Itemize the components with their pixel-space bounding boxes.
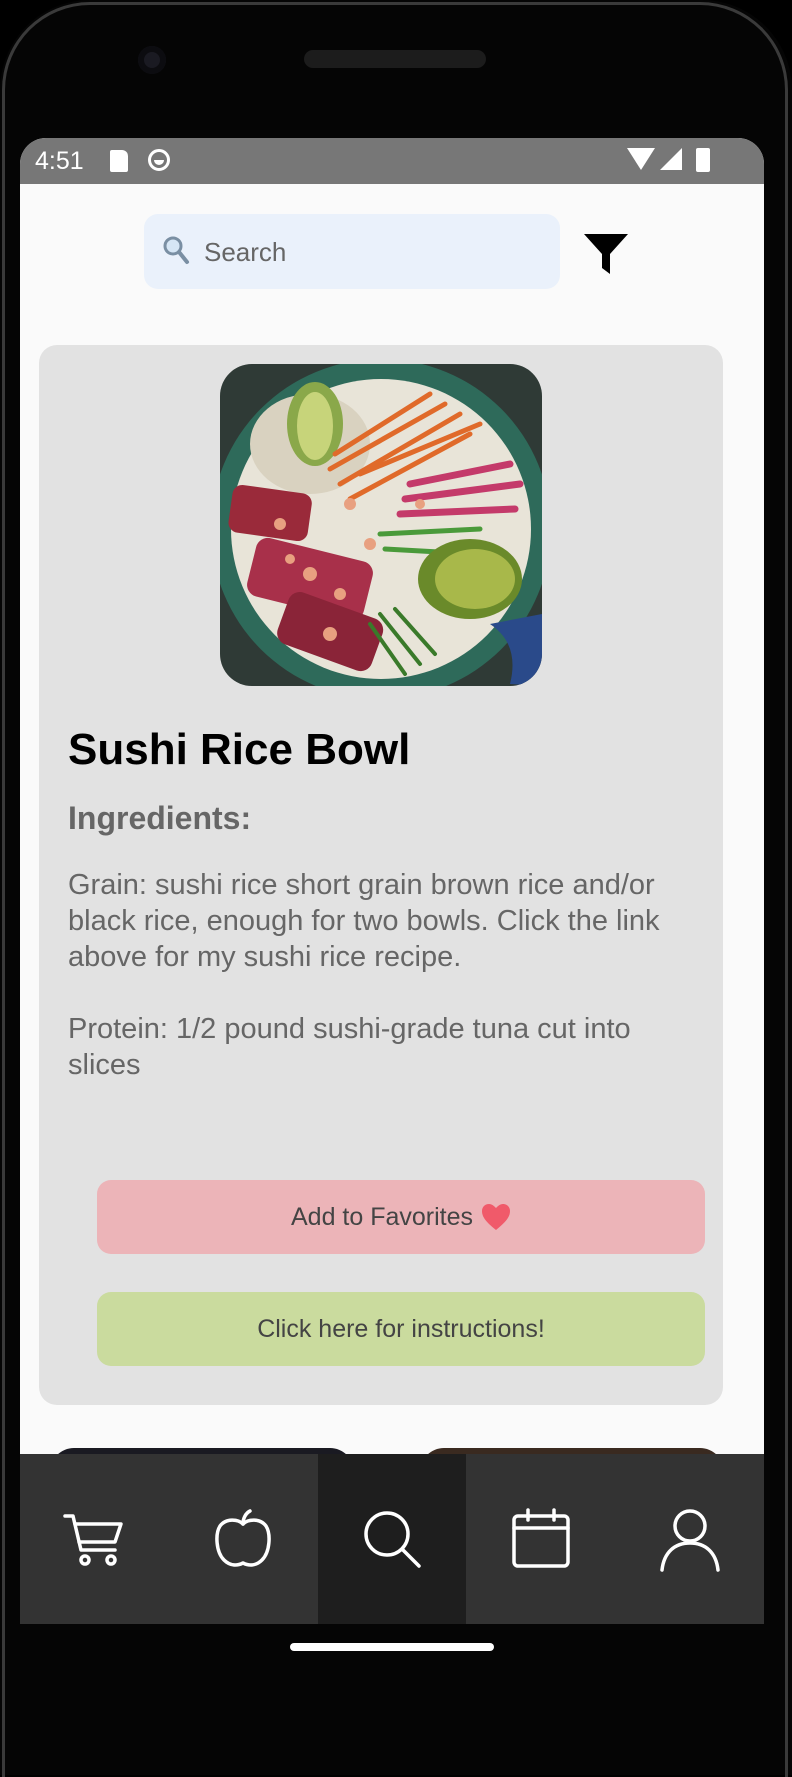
status-time: 4:51 bbox=[35, 147, 84, 175]
ingredient-item: Protein: 1/2 pound sushi-grade tuna cut … bbox=[68, 1013, 631, 1081]
recipe-title: Sushi Rice Bowl bbox=[68, 725, 411, 774]
sushi-bowl-image bbox=[220, 364, 542, 686]
ingredients-list: Grain: sushi rice short grain brown rice… bbox=[68, 867, 708, 1119]
home-indicator[interactable] bbox=[290, 1643, 494, 1651]
bottom-nav bbox=[20, 1454, 764, 1624]
instructions-label: Click here for instructions! bbox=[257, 1314, 545, 1343]
nav-item-profile[interactable] bbox=[615, 1454, 764, 1624]
instructions-button[interactable]: Click here for instructions! bbox=[97, 1292, 705, 1366]
recipe-image bbox=[220, 364, 542, 686]
signal-icon bbox=[660, 148, 682, 170]
profile-icon bbox=[659, 1509, 720, 1572]
front-camera bbox=[138, 46, 166, 74]
cart-icon bbox=[63, 1514, 124, 1566]
screen: 4:51 Search Sushi Rice Bowl Ingredients:… bbox=[20, 138, 764, 1624]
filter-icon[interactable] bbox=[582, 230, 630, 278]
apple-icon bbox=[215, 1509, 271, 1567]
ingredient-item: Grain: sushi rice short grain brown rice… bbox=[68, 869, 660, 973]
notification-face-icon bbox=[148, 149, 170, 171]
wifi-icon bbox=[627, 148, 655, 170]
sd-card-icon bbox=[110, 150, 128, 172]
nav-item-apple[interactable] bbox=[169, 1454, 318, 1624]
search-input[interactable] bbox=[202, 214, 546, 291]
recipe-card: Sushi Rice Bowl Ingredients: Grain: sush… bbox=[39, 345, 723, 1405]
calendar-icon bbox=[512, 1508, 570, 1568]
ingredients-heading: Ingredients: bbox=[68, 800, 252, 836]
nav-item-cart[interactable] bbox=[20, 1454, 169, 1624]
add-to-favorites-button[interactable]: Add to Favorites bbox=[97, 1180, 705, 1254]
status-bar: 4:51 bbox=[20, 138, 764, 184]
earpiece-speaker bbox=[304, 50, 486, 68]
heart-icon bbox=[482, 1204, 511, 1230]
nav-item-calendar[interactable] bbox=[466, 1454, 615, 1624]
search-icon bbox=[163, 236, 189, 264]
battery-icon bbox=[696, 148, 710, 172]
add-to-favorites-label: Add to Favorites bbox=[290, 1202, 474, 1231]
search-box[interactable] bbox=[144, 214, 560, 291]
search-icon bbox=[364, 1511, 421, 1568]
nav-item-search[interactable] bbox=[317, 1454, 467, 1624]
